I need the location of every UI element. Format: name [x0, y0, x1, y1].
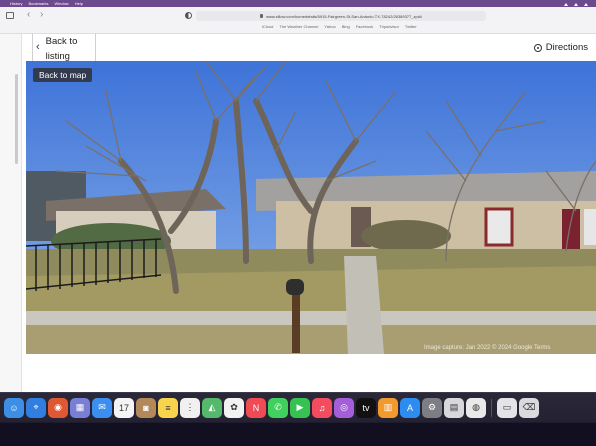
url-text[interactable]: www.zillow.com/homedetails/5915-Fairgree… [266, 14, 422, 19]
location-pin-icon [533, 43, 542, 52]
image-capture-watermark: Image capture: Jan 2022 © 2024 Google Te… [424, 345, 551, 351]
dock-separator [491, 398, 492, 417]
podcasts-icon[interactable]: ◎ [334, 397, 354, 418]
search-icon[interactable] [584, 3, 588, 6]
favorite-facebook[interactable]: Facebook [356, 24, 374, 29]
maps-icon[interactable]: ◭ [202, 397, 222, 418]
photos-icon[interactable]: ✿ [224, 397, 244, 418]
address-bar[interactable]: www.zillow.com/homedetails/5915-Fairgree… [196, 11, 486, 21]
sidebar-toggle-icon[interactable] [6, 12, 14, 19]
reminders-icon[interactable]: ⋮ [180, 397, 200, 418]
facetime-icon[interactable]: ▶ [290, 397, 310, 418]
favorite-bing[interactable]: Bing [342, 24, 350, 29]
browser-toolbar: ‹ › www.zillow.com/homedetails/5915-Fair… [0, 7, 596, 34]
menu-help[interactable]: Help [75, 0, 83, 7]
forward-nav-icon[interactable]: › [40, 9, 43, 20]
launchpad-icon[interactable]: ▦ [70, 397, 90, 418]
safari-icon[interactable]: ⌖ [26, 397, 46, 418]
wifi-icon[interactable] [564, 3, 568, 6]
duckduckgo-icon[interactable]: ◉ [48, 397, 68, 418]
app-store-icon[interactable]: A [400, 397, 420, 418]
menu-bar: History Bookmarks Window Help [0, 0, 596, 7]
menu-history[interactable]: History [10, 0, 22, 7]
dock: ☺ ⌖ ◉ ▦ ✉ 17 ◙ ≡ ⋮ ◭ ✿ N ✆ ▶ ♫ ◎ tv ▥ A ⚙ ▤ ◍ ▭ ⌫ [0, 392, 596, 422]
chevron-left-icon: ‹ [36, 41, 40, 53]
music-icon[interactable]: ♫ [312, 397, 332, 418]
mail-icon[interactable]: ✉ [92, 397, 112, 418]
dock-area: ☺ ⌖ ◉ ▦ ✉ 17 ◙ ≡ ⋮ ◭ ✿ N ✆ ▶ ♫ ◎ tv ▥ A ⚙ ▤ ◍ ▭ ⌫ [0, 392, 596, 446]
news-icon[interactable]: N [246, 397, 266, 418]
favorite-tripadvisor[interactable]: Tripadvisor [379, 24, 399, 29]
tv-icon[interactable]: tv [356, 397, 376, 418]
favorites-bar: iCloud The Weather Channel Yahoo Bing Fa… [262, 24, 417, 29]
control-center-icon[interactable] [574, 3, 578, 6]
dock-bottom-strip [0, 423, 596, 446]
street-view-image[interactable] [26, 61, 596, 354]
chrome-icon[interactable]: ◍ [466, 397, 486, 418]
contacts-icon[interactable]: ◙ [136, 397, 156, 418]
back-to-map-button[interactable]: Back to map [33, 68, 93, 82]
notes-icon[interactable]: ≡ [158, 397, 178, 418]
finder-icon[interactable]: ☺ [4, 397, 24, 418]
scrollbar[interactable] [15, 74, 18, 164]
back-to-listing-button[interactable]: ‹ Back to listing [32, 34, 96, 64]
trash-icon[interactable]: ⌫ [519, 397, 539, 418]
menu-window[interactable]: Window [54, 0, 68, 7]
sidebar-strip [0, 34, 22, 392]
books-icon[interactable]: ▥ [378, 397, 398, 418]
messages-icon[interactable]: ✆ [268, 397, 288, 418]
favorite-icloud[interactable]: iCloud [262, 24, 273, 29]
directions-button[interactable]: Directions [533, 42, 588, 53]
calendar-icon[interactable]: 17 [114, 397, 134, 418]
directions-label: Directions [545, 42, 588, 53]
favorite-yahoo[interactable]: Yahoo [324, 24, 335, 29]
favorite-twitter[interactable]: Twitter [405, 24, 417, 29]
downloads-icon[interactable]: ▭ [497, 397, 517, 418]
back-to-listing-label: Back to listing [45, 36, 78, 62]
favorite-weather[interactable]: The Weather Channel [279, 24, 318, 29]
printer-icon[interactable]: ▤ [444, 397, 464, 418]
privacy-report-icon[interactable] [185, 12, 192, 19]
lock-icon [260, 14, 264, 18]
system-settings-icon[interactable]: ⚙ [422, 397, 442, 418]
menu-bookmarks[interactable]: Bookmarks [28, 0, 48, 7]
street-view-scene [26, 61, 596, 354]
back-nav-icon[interactable]: ‹ [27, 9, 30, 20]
